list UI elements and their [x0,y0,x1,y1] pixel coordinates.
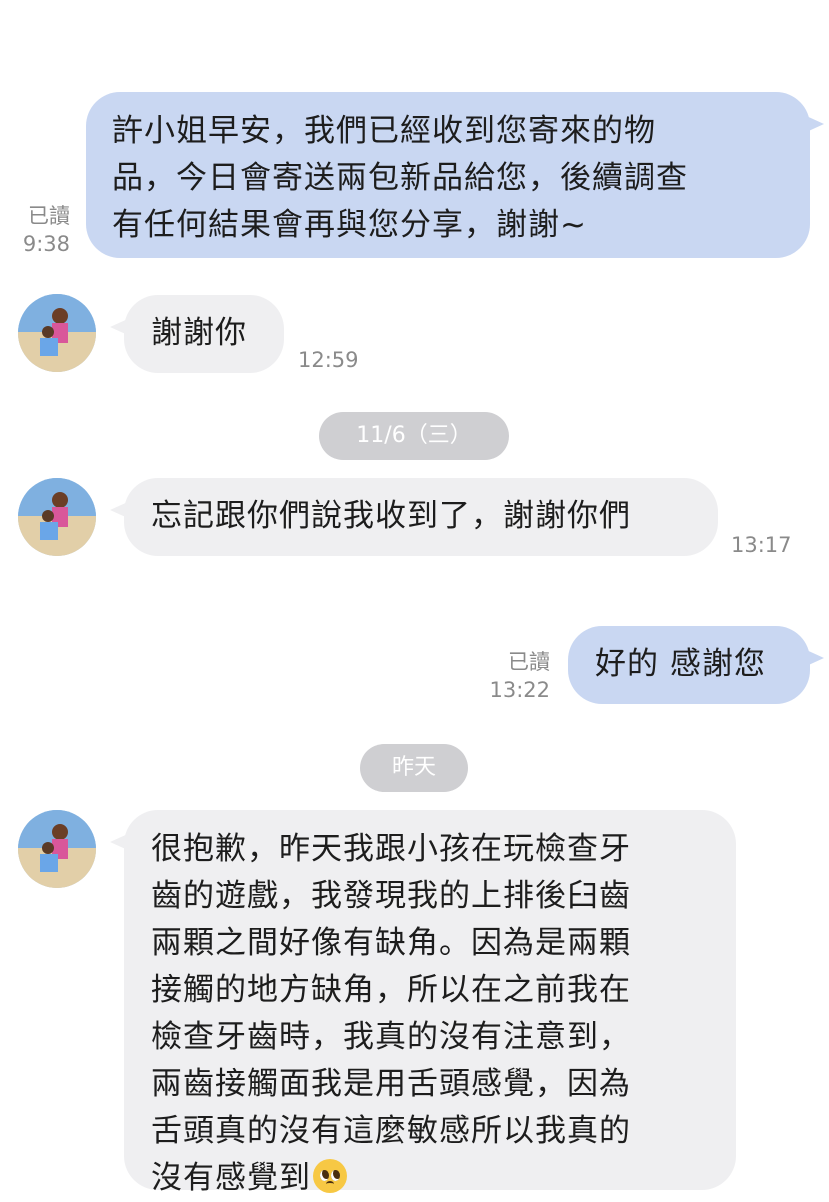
contact-avatar[interactable] [18,478,96,556]
contact-avatar[interactable] [18,810,96,888]
message-line-last: 沒有感覺到 [151,1155,736,1202]
message-time: 9:38 [22,232,70,256]
avatar-photo-icon [18,810,96,888]
message-text: 好的 感謝您 [595,646,766,682]
incoming-message-bubble[interactable]: 忘記跟你們說我收到了，謝謝你們 [110,478,718,556]
message-line: 品，今日會寄送兩包新品給您，後續調查 [112,160,688,196]
outgoing-message-bubble[interactable]: 好的 感謝您 [568,626,824,704]
bubble-tail [110,832,132,852]
outgoing-message-bubble[interactable]: 許小姐早安，我們已經收到您寄來的物 品，今日會寄送兩包新品給您，後續調查 有任何… [86,92,824,258]
avatar-photo-icon [18,294,96,372]
read-status: 已讀 9:38 [14,202,70,258]
incoming-message-bubble[interactable]: 謝謝你 [110,295,284,373]
avatar-photo-icon [18,478,96,556]
bubble-tail [802,648,824,668]
message-line: 兩齒接觸面我是用舌頭感覺，因為 [151,1066,631,1102]
contact-avatar[interactable] [18,294,96,372]
message-time: 13:17 [731,533,792,557]
message-text: 忘記跟你們說我收到了，謝謝你們 [151,498,631,534]
message-line: 很抱歉，昨天我跟小孩在玩檢查牙 [151,831,631,867]
pleading-face-emoji-icon [313,1159,347,1193]
chat-view: 已讀 9:38 許小姐早安，我們已經收到您寄來的物 品，今日會寄送兩包新品給您，… [0,0,829,1196]
bubble-tail [110,500,132,520]
bubble-tail [802,114,824,134]
incoming-message-bubble[interactable]: 很抱歉，昨天我跟小孩在玩檢查牙 齒的遊戲，我發現我的上排後臼齒 兩顆之間好像有缺… [110,810,736,1196]
message-time: 12:59 [298,348,359,372]
message-line: 接觸的地方缺角，所以在之前我在 [151,972,631,1008]
message-text: 謝謝你 [151,315,247,351]
read-label: 已讀 [508,650,550,674]
bubble-tail [110,317,132,337]
read-label: 已讀 [28,204,70,228]
read-status: 已讀 13:22 [484,648,550,704]
message-line: 舌頭真的沒有這麼敏感所以我真的 [151,1113,631,1149]
message-line: 兩顆之間好像有缺角。因為是兩顆 [151,925,631,961]
message-line: 齒的遊戲，我發現我的上排後臼齒 [151,878,631,914]
message-line: 檢查牙齒時，我真的沒有注意到， [151,1019,631,1055]
message-line: 沒有感覺到 [151,1160,311,1196]
message-line: 許小姐早安，我們已經收到您寄來的物 [112,113,656,149]
message-time: 13:22 [489,678,550,702]
message-line: 有任何結果會再與您分享，謝謝~ [112,207,587,243]
date-separator: 昨天 [360,744,468,792]
date-separator: 11/6（三） [319,412,509,460]
